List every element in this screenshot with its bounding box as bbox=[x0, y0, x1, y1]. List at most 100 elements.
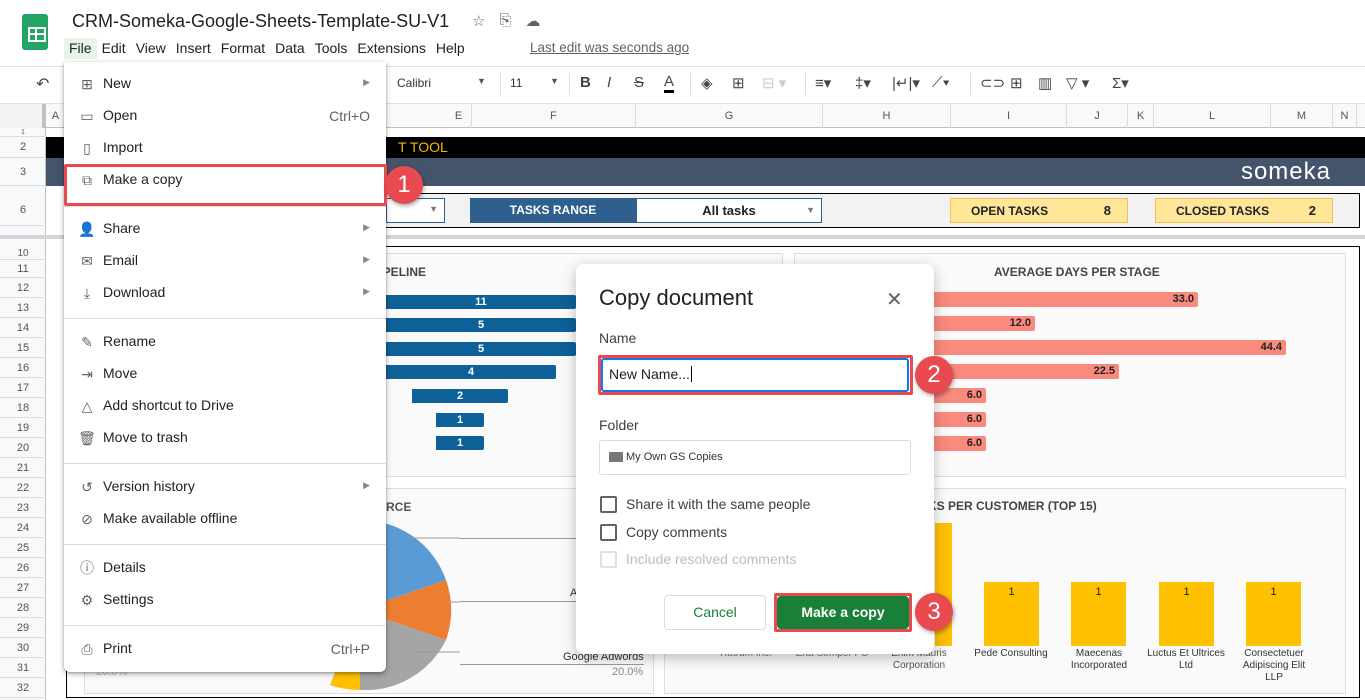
strikethrough-button[interactable]: S bbox=[634, 74, 644, 91]
row-header[interactable]: 26 bbox=[0, 558, 46, 578]
row-header[interactable]: 13 bbox=[0, 298, 46, 318]
align-horizontal-icon[interactable]: ≡▾ bbox=[815, 74, 831, 92]
row-header[interactable]: 6 bbox=[0, 194, 46, 226]
menu-extensions[interactable]: Extensions bbox=[352, 38, 430, 59]
share-same-people-checkbox[interactable] bbox=[600, 496, 617, 513]
text-rotation-icon[interactable]: ⟋▾ bbox=[932, 74, 950, 91]
column-header[interactable]: J bbox=[1067, 104, 1128, 128]
fill-color-icon[interactable]: ◈ bbox=[701, 74, 713, 92]
row-header[interactable]: 16 bbox=[0, 358, 46, 378]
row-header[interactable]: 1 bbox=[0, 128, 46, 137]
closed-tasks-label: CLOSED TASKS bbox=[1176, 204, 1270, 218]
row-header[interactable]: 31 bbox=[0, 658, 46, 678]
column-header[interactable]: M bbox=[1271, 104, 1333, 128]
row-header[interactable]: 21 bbox=[0, 458, 46, 478]
menu-item-share[interactable]: 👤 Share ▶ bbox=[64, 213, 386, 245]
row-header[interactable]: 11 bbox=[0, 260, 46, 278]
column-header[interactable]: E bbox=[446, 104, 472, 128]
undo-icon[interactable]: ↶ bbox=[36, 74, 49, 94]
column-header[interactable]: L bbox=[1154, 104, 1271, 128]
menu-item-make-offline[interactable]: ⊘ Make available offline bbox=[64, 503, 386, 535]
pipeline-bar: 5 bbox=[386, 342, 576, 356]
row-header[interactable]: 32 bbox=[0, 678, 46, 698]
cancel-button[interactable]: Cancel bbox=[664, 595, 766, 630]
cloud-saved-icon[interactable]: ☁ bbox=[525, 12, 540, 30]
menu-item-settings[interactable]: ⚙ Settings bbox=[64, 584, 386, 616]
row-header[interactable]: 24 bbox=[0, 518, 46, 538]
row-header[interactable]: 27 bbox=[0, 578, 46, 598]
close-icon[interactable]: ✕ bbox=[886, 287, 903, 312]
text-color-button[interactable]: A bbox=[664, 74, 675, 93]
insert-link-icon[interactable]: ⊂⊃ bbox=[980, 74, 1005, 92]
text-wrap-icon[interactable]: |↵|▾ bbox=[892, 74, 920, 92]
checkbox-label[interactable]: Share it with the same people bbox=[626, 496, 810, 512]
row-header[interactable]: 12 bbox=[0, 278, 46, 298]
row-header[interactable]: 19 bbox=[0, 418, 46, 438]
tasks-range-select[interactable]: All tasks ▼ bbox=[636, 198, 822, 223]
tasks-per-customer-title: KS PER CUSTOMER (TOP 15) bbox=[928, 499, 1097, 513]
row-header[interactable]: 20 bbox=[0, 438, 46, 458]
column-header[interactable]: G bbox=[636, 104, 823, 128]
filter-icon[interactable]: ▽ ▾ bbox=[1066, 74, 1089, 92]
column-header[interactable]: A bbox=[46, 104, 66, 128]
row-header[interactable]: 10 bbox=[0, 248, 46, 260]
row-header[interactable]: 28 bbox=[0, 598, 46, 618]
move-to-folder-icon[interactable]: ⎘ bbox=[499, 12, 511, 30]
menu-tools[interactable]: Tools bbox=[310, 38, 353, 59]
borders-icon[interactable]: ⊞ bbox=[732, 74, 745, 92]
menu-item-print[interactable]: ⎙ Print Ctrl+P bbox=[64, 633, 386, 665]
bold-button[interactable]: B bbox=[580, 74, 591, 91]
row-header[interactable]: 22 bbox=[0, 478, 46, 498]
menu-insert[interactable]: Insert bbox=[171, 38, 216, 59]
menu-item-move-to-trash[interactable]: 🗑 Move to trash bbox=[64, 422, 386, 454]
column-header[interactable]: N bbox=[1333, 104, 1357, 128]
font-size-select[interactable]: 11 ▼ bbox=[510, 76, 559, 90]
row-header[interactable]: 15 bbox=[0, 338, 46, 358]
menu-item-rename[interactable]: ✎ Rename bbox=[64, 326, 386, 358]
menu-item-open[interactable]: ▭ Open Ctrl+O bbox=[64, 100, 386, 132]
column-header[interactable]: H bbox=[823, 104, 951, 128]
row-header[interactable]: 29 bbox=[0, 618, 46, 638]
menu-item-email[interactable]: ✉ Email ▶ bbox=[64, 245, 386, 277]
menu-item-download[interactable]: ⤓ Download ▶ bbox=[64, 277, 386, 309]
row-header[interactable]: 25 bbox=[0, 538, 46, 558]
menu-view[interactable]: View bbox=[131, 38, 171, 59]
menu-item-move[interactable]: ⇥ Move bbox=[64, 358, 386, 390]
sheets-logo[interactable] bbox=[22, 14, 48, 50]
customer-label: Consectetuer Adipiscing Elit LLP bbox=[1242, 648, 1306, 683]
row-header[interactable]: 18 bbox=[0, 398, 46, 418]
row-header[interactable]: 17 bbox=[0, 378, 46, 398]
checkbox-label[interactable]: Copy comments bbox=[626, 524, 727, 540]
insert-chart-icon[interactable]: ▥ bbox=[1038, 74, 1052, 92]
menu-data[interactable]: Data bbox=[270, 38, 310, 59]
row-header[interactable]: 14 bbox=[0, 318, 46, 338]
menu-item-import[interactable]: ▯ Import bbox=[64, 132, 386, 164]
menu-format[interactable]: Format bbox=[216, 38, 270, 59]
align-vertical-icon[interactable]: ‡▾ bbox=[855, 74, 871, 92]
menu-item-version-history[interactable]: ↺ Version history ▶ bbox=[64, 471, 386, 503]
row-header[interactable]: 23 bbox=[0, 498, 46, 518]
menu-edit[interactable]: Edit bbox=[97, 38, 131, 59]
pie-leader-line bbox=[460, 664, 644, 665]
star-icon[interactable]: ☆ bbox=[472, 12, 485, 30]
menu-file[interactable]: File bbox=[64, 38, 97, 59]
font-family-select[interactable]: Calibri ▼ bbox=[397, 76, 486, 90]
select-all-corner[interactable] bbox=[0, 104, 46, 128]
functions-icon[interactable]: Σ▾ bbox=[1112, 74, 1129, 92]
menu-item-new[interactable]: ⊞ New ▶ bbox=[64, 68, 386, 100]
italic-button[interactable]: I bbox=[607, 74, 611, 91]
insert-comment-icon[interactable]: ⊞ bbox=[1010, 74, 1023, 92]
merge-cells-icon[interactable]: ⊟ ▾ bbox=[762, 74, 786, 92]
column-header[interactable]: K bbox=[1128, 104, 1154, 128]
menu-item-details[interactable]: ⓘ Details bbox=[64, 552, 386, 584]
column-header[interactable]: I bbox=[951, 104, 1067, 128]
row-header[interactable]: 3 bbox=[0, 158, 46, 186]
last-edit-link[interactable]: Last edit was seconds ago bbox=[530, 40, 689, 55]
document-title[interactable]: CRM-Someka-Google-Sheets-Template-SU-V1 bbox=[72, 11, 449, 32]
row-header[interactable]: 2 bbox=[0, 137, 46, 158]
menu-item-add-shortcut[interactable]: △ Add shortcut to Drive bbox=[64, 390, 386, 422]
copy-comments-checkbox[interactable] bbox=[600, 524, 617, 541]
row-header[interactable]: 30 bbox=[0, 638, 46, 658]
menu-help[interactable]: Help bbox=[431, 38, 470, 59]
column-header[interactable]: F bbox=[472, 104, 636, 128]
